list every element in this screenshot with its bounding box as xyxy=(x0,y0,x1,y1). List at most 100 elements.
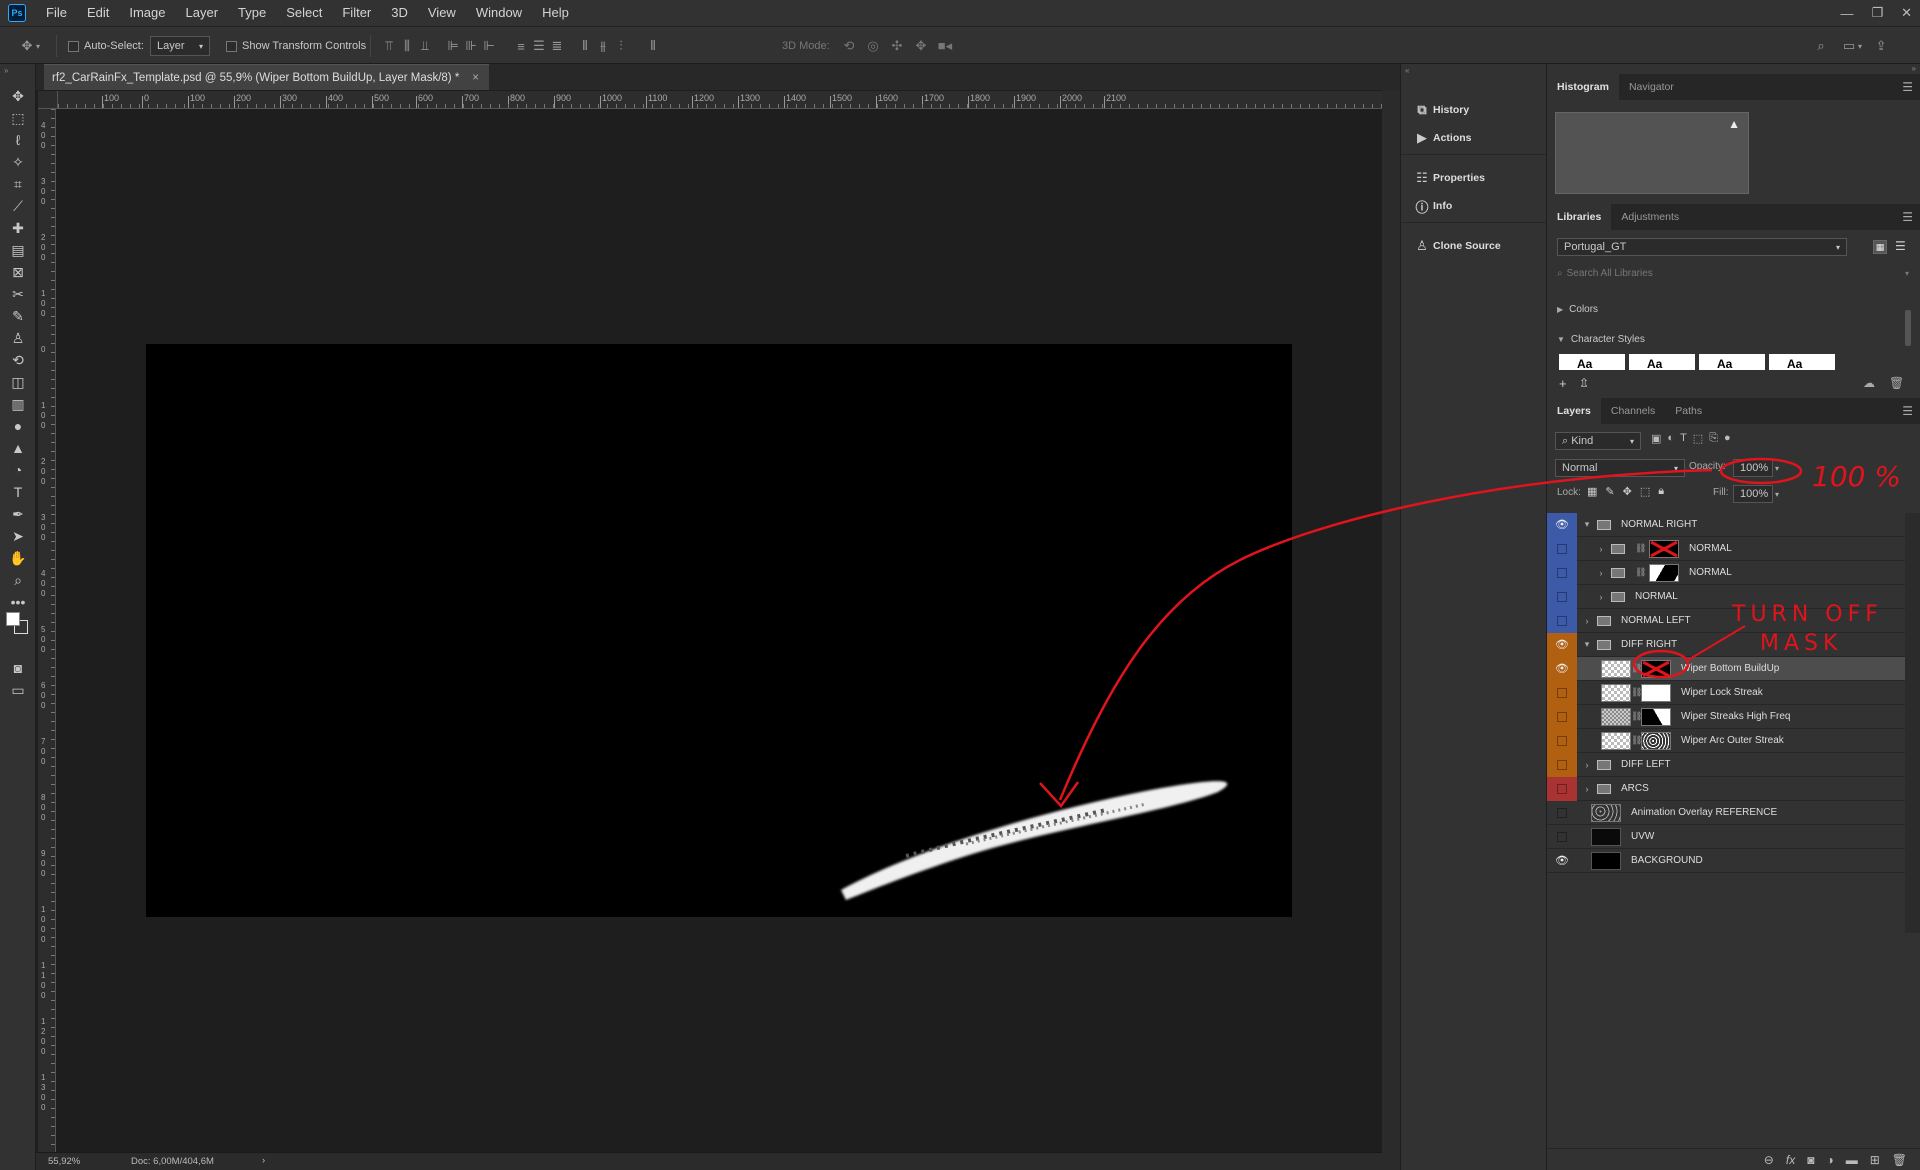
char-style-swatch[interactable]: Aa xyxy=(1629,354,1695,370)
workspace-icon[interactable]: ▭ xyxy=(1840,37,1858,55)
char-style-swatch[interactable]: Aa xyxy=(1699,354,1765,370)
visibility-toggle[interactable] xyxy=(1547,728,1577,753)
fill-field[interactable]: 100% xyxy=(1733,485,1773,503)
add-mask-icon[interactable]: ◙ xyxy=(1807,1153,1814,1167)
fx-icon[interactable]: fx xyxy=(1786,1153,1795,1167)
distribute-bottom-icon[interactable]: ≣ xyxy=(548,37,566,55)
filter-type-icon[interactable]: T xyxy=(1680,432,1687,445)
horizontal-ruler[interactable]: 100 0 100 200 300 400 500 600 700 800 900 1000 1100 1… xyxy=(58,91,1382,109)
layer-row[interactable]: › NORMAL LEFT xyxy=(1547,608,1905,633)
visibility-toggle[interactable]: 👁︎ xyxy=(1547,656,1577,681)
layer-row[interactable]: 👁︎ ▾ NORMAL RIGHT xyxy=(1547,512,1905,537)
visibility-toggle[interactable] xyxy=(1547,801,1577,825)
colors-section[interactable]: ▶ Colors xyxy=(1557,304,1598,315)
link-icon[interactable]: ⛓︎ xyxy=(1631,663,1642,674)
ruler-origin[interactable] xyxy=(38,91,58,109)
link-icon[interactable]: ⛓︎ xyxy=(1631,735,1642,746)
lock-position-icon[interactable]: ✥ xyxy=(1623,485,1632,498)
distribute-right-icon[interactable]: ⫶ xyxy=(612,37,630,55)
eyedropper-tool-icon[interactable]: ⟋ xyxy=(6,194,30,218)
collapse-panels-icon[interactable]: » xyxy=(1912,64,1916,73)
lock-artboard-icon[interactable]: ⬚ xyxy=(1640,485,1650,498)
tab-channels[interactable]: Channels xyxy=(1601,398,1665,424)
expand-group-icon[interactable]: › xyxy=(1595,544,1607,554)
layer-thumbnail[interactable] xyxy=(1601,659,1631,678)
libraries-scrollbar[interactable] xyxy=(1905,310,1911,346)
collapse-group-icon[interactable]: ▾ xyxy=(1581,639,1593,650)
visibility-toggle[interactable] xyxy=(1547,752,1577,777)
image-canvas[interactable] xyxy=(146,344,1292,917)
expand-group-icon[interactable]: › xyxy=(1581,616,1593,626)
layer-thumbnail[interactable] xyxy=(1601,683,1631,702)
3d-pan-icon[interactable]: ✣ xyxy=(888,37,906,55)
layer-mask-thumbnail[interactable] xyxy=(1641,707,1671,726)
tab-histogram[interactable]: Histogram xyxy=(1547,74,1619,100)
collapse-group-icon[interactable]: ▾ xyxy=(1581,519,1593,530)
lock-all-icon[interactable]: 🔒︎ xyxy=(1658,485,1664,498)
3d-slide-icon[interactable]: ✥ xyxy=(912,37,930,55)
layer-row[interactable]: › ⛓︎ NORMAL xyxy=(1547,560,1905,585)
tab-navigator[interactable]: Navigator xyxy=(1619,74,1684,100)
patch-tool-icon[interactable]: ✂ xyxy=(6,282,30,306)
frame-tool-icon[interactable]: ⊠ xyxy=(6,260,30,284)
path-select-tool-icon[interactable]: ➤ xyxy=(6,524,30,548)
show-transform-checkbox[interactable]: Show Transform Controls xyxy=(226,27,366,65)
link-layers-icon[interactable]: ⊖ xyxy=(1764,1153,1774,1167)
menu-view[interactable]: View xyxy=(418,0,466,26)
spot-healing-tool-icon[interactable]: ✚ xyxy=(6,216,30,240)
eraser-tool-icon[interactable]: ◫ xyxy=(6,370,30,394)
menu-type[interactable]: Type xyxy=(228,0,276,26)
layer-filter-kind[interactable]: ⌕ Kind ▾ xyxy=(1555,432,1641,450)
more-tools-icon[interactable]: ••• xyxy=(6,590,30,614)
document-tab[interactable]: rf2_CarRainFx_Template.psd @ 55,9% (Wipe… xyxy=(44,64,489,90)
magic-wand-tool-icon[interactable]: ✧ xyxy=(6,150,30,174)
link-icon[interactable]: ⛓︎ xyxy=(1635,543,1646,554)
tab-libraries[interactable]: Libraries xyxy=(1547,204,1612,230)
align-right-icon[interactable]: ⊩ xyxy=(480,37,498,55)
crop-tool-icon[interactable]: ⌗ xyxy=(6,172,30,196)
filter-toggle-icon[interactable]: ● xyxy=(1724,432,1731,445)
visibility-toggle[interactable]: 👁︎ xyxy=(1547,512,1577,537)
link-icon[interactable]: ⛓︎ xyxy=(1635,567,1646,578)
marquee-tool-icon[interactable]: ⬚ xyxy=(6,106,30,130)
new-layer-icon[interactable]: ⊞ xyxy=(1870,1153,1880,1167)
3d-roll-icon[interactable]: ◎ xyxy=(864,37,882,55)
vertical-ruler[interactable]: 4 0 0 3 0 0 2 0 0 1 0 0 0 1 0 0 2 0 0 3 0 0 4 0 … xyxy=(38,109,56,1152)
lock-image-icon[interactable]: ✎ xyxy=(1605,485,1614,498)
blur-tool-icon[interactable]: ● xyxy=(6,414,30,438)
link-icon[interactable]: ⛓︎ xyxy=(1631,711,1642,722)
move-tool-icon[interactable]: ✥ xyxy=(6,84,30,108)
adjustment-layer-icon[interactable]: ◑ xyxy=(1826,1153,1833,1167)
menu-help[interactable]: Help xyxy=(532,0,579,26)
gradient-tool-icon[interactable]: ▥ xyxy=(6,392,30,416)
char-style-swatch[interactable]: Aa xyxy=(1559,354,1625,370)
expand-group-icon[interactable]: › xyxy=(1595,592,1607,602)
align-hcenter-icon[interactable]: ⊪ xyxy=(462,37,480,55)
pen-tool-icon[interactable]: ✒ xyxy=(6,502,30,526)
menu-edit[interactable]: Edit xyxy=(77,0,119,26)
dock-info[interactable]: ⓘ Info xyxy=(1401,194,1547,218)
layer-row[interactable]: › NORMAL xyxy=(1547,584,1905,609)
filter-adjustment-icon[interactable]: ◐ xyxy=(1667,432,1674,445)
cloud-sync-icon[interactable]: ☁ xyxy=(1863,376,1875,390)
status-menu-icon[interactable]: › xyxy=(262,1155,265,1166)
align-vcenter-icon[interactable]: ⫼ xyxy=(398,37,416,55)
visibility-toggle[interactable] xyxy=(1547,825,1577,849)
auto-select-check[interactable] xyxy=(68,40,79,52)
screen-mode-icon[interactable]: ▭ xyxy=(6,678,30,702)
expand-group-icon[interactable]: › xyxy=(1581,784,1593,794)
search-icon[interactable]: ⌕ xyxy=(1812,37,1830,55)
add-library-item-icon[interactable]: + xyxy=(1559,376,1567,391)
color-swatches[interactable] xyxy=(6,612,32,638)
layer-row[interactable]: › DIFF LEFT xyxy=(1547,752,1905,777)
move-tool-preset[interactable]: ✥ ▾ xyxy=(18,27,40,65)
menu-filter[interactable]: Filter xyxy=(332,0,381,26)
clone-stamp-tool-icon[interactable]: ♙ xyxy=(6,326,30,350)
layer-thumbnail[interactable] xyxy=(1591,827,1621,846)
filter-smart-object-icon[interactable]: ⎘ xyxy=(1709,432,1718,445)
brush-tool-icon[interactable]: ✎ xyxy=(6,304,30,328)
visibility-toggle[interactable]: 👁︎ xyxy=(1547,849,1577,873)
blend-mode-select[interactable]: Normal ▾ xyxy=(1555,459,1685,477)
char-styles-section[interactable]: ▼ Character Styles xyxy=(1557,334,1645,345)
upload-icon[interactable]: ⇫ xyxy=(1579,376,1589,390)
